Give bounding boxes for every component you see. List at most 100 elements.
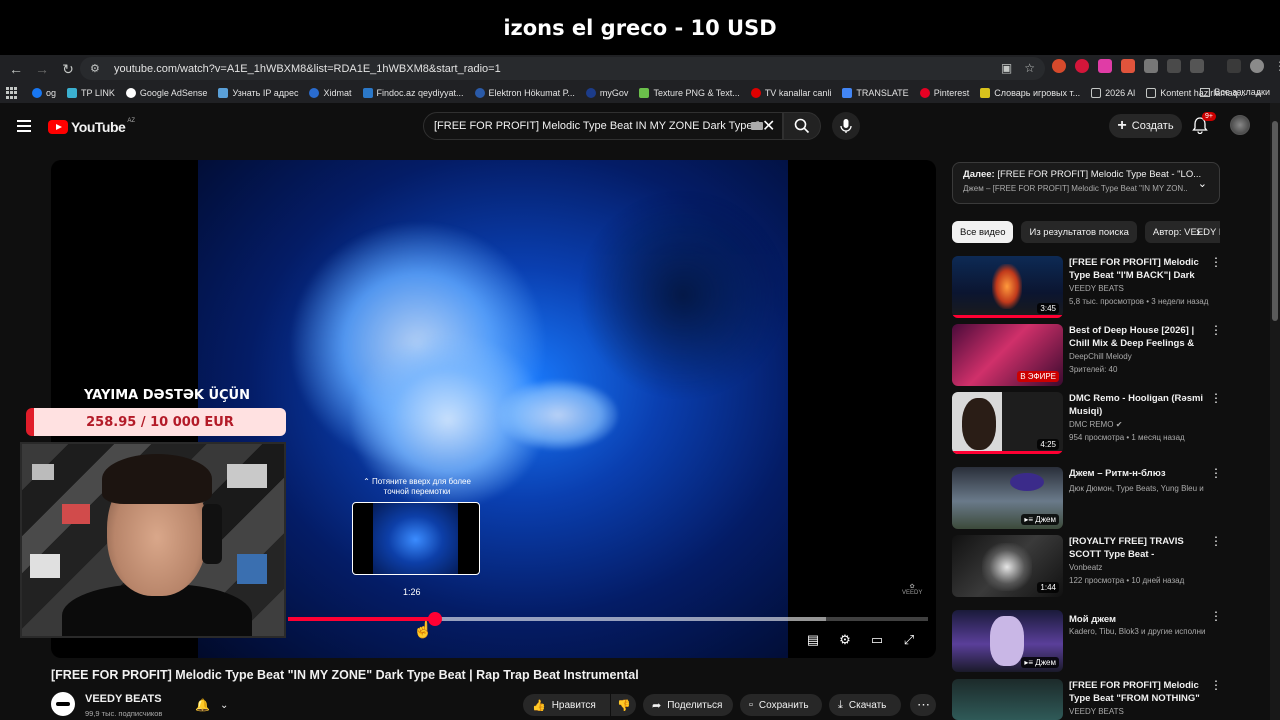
- related-video-channel[interactable]: VEEDY BEATS: [1069, 707, 1205, 716]
- theater-mode-icon[interactable]: ▭: [868, 631, 886, 649]
- bookmark-item[interactable]: Findoc.az qeydiyyat...: [362, 88, 464, 98]
- video-thumbnail[interactable]: ▸≡ Джем: [952, 467, 1063, 529]
- bookmark-item[interactable]: Словарь игровых т...: [980, 88, 1080, 98]
- extensions-puzzle-icon[interactable]: [1190, 59, 1204, 73]
- search-input[interactable]: [FREE FOR PROFIT] Melodic Type Beat IN M…: [423, 112, 783, 140]
- more-vertical-icon[interactable]: ⋮: [1210, 324, 1222, 336]
- bookmark-item[interactable]: Elektron Hökumat P...: [474, 88, 575, 98]
- all-bookmarks-folder[interactable]: Все закладки: [1200, 87, 1270, 97]
- related-video-title[interactable]: [ROYALTY FREE] TRAVIS SCOTT Type Beat - …: [1069, 535, 1205, 561]
- site-info-icon[interactable]: ⚙: [90, 62, 104, 75]
- search-button[interactable]: [783, 112, 821, 140]
- related-video-title[interactable]: [FREE FOR PROFIT] Melodic Type Beat "I'M…: [1069, 256, 1205, 282]
- more-vertical-icon[interactable]: ⋮: [1210, 679, 1222, 691]
- related-video-title[interactable]: [FREE FOR PROFIT] Melodic Type Beat "FRO…: [1069, 679, 1205, 705]
- video-thumbnail[interactable]: 4:25: [952, 392, 1063, 454]
- related-video-channel[interactable]: Vonbeatz: [1069, 563, 1205, 572]
- reading-list-icon[interactable]: [1227, 59, 1241, 73]
- more-vertical-icon[interactable]: ⋮: [1210, 610, 1222, 622]
- youtube-logo[interactable]: YouTube AZ: [48, 118, 135, 135]
- page-scrollbar[interactable]: [1270, 103, 1280, 720]
- extension-icon[interactable]: [1098, 59, 1112, 73]
- chevron-right-icon[interactable]: ›: [1196, 224, 1200, 239]
- chip-author[interactable]: Автор: VEEDY BEATS: [1144, 221, 1220, 243]
- video-thumbnail[interactable]: ▸≡ Джем: [952, 610, 1063, 672]
- related-video-channel[interactable]: Kadero, Tibu, Blok3 и другие исполните..…: [1069, 627, 1205, 636]
- back-arrow-icon[interactable]: ←: [4, 57, 28, 81]
- video-thumbnail[interactable]: В ЭФИРЕ: [952, 324, 1063, 386]
- bookmark-item[interactable]: Узнать IP адрес: [218, 88, 298, 98]
- more-actions-button[interactable]: ⋯: [910, 694, 936, 716]
- channel-watermark[interactable]: ✿ VEEDY: [902, 583, 922, 596]
- progress-bar[interactable]: [288, 612, 928, 626]
- video-thumbnail[interactable]: 1:44: [952, 535, 1063, 597]
- bookmark-folder[interactable]: 2026 Al: [1091, 88, 1135, 98]
- profile-avatar[interactable]: [1250, 59, 1264, 73]
- address-bar[interactable]: ⚙ youtube.com/watch?v=A1E_1hWBXM8&list=R…: [80, 57, 1045, 80]
- related-video-channel[interactable]: DeepChill Melody: [1069, 352, 1205, 361]
- related-video-item[interactable]: 1:44 [ROYALTY FREE] TRAVIS SCOTT Type Be…: [952, 535, 1222, 597]
- menu-dots-icon[interactable]: ⋮: [1273, 59, 1280, 73]
- related-video-item[interactable]: 4:25 DMC Remo - Hooligan (Rəsmi Musiqi) …: [952, 392, 1222, 454]
- related-video-channel[interactable]: VEEDY BEATS: [1069, 284, 1205, 293]
- share-button[interactable]: ➦ Поделиться: [643, 694, 733, 716]
- subscription-bell-button[interactable]: 🔔 ⌄: [185, 694, 237, 716]
- chip-all-videos[interactable]: Все видео: [952, 221, 1014, 243]
- bookmark-item[interactable]: Xidmat: [309, 88, 352, 98]
- extension-icon[interactable]: [1075, 59, 1089, 73]
- extension-icon[interactable]: [1144, 59, 1158, 73]
- voice-search-button[interactable]: [832, 112, 860, 140]
- notifications-button[interactable]: 9+: [1192, 112, 1216, 139]
- bookmark-item[interactable]: TV kanallar canli: [750, 88, 831, 98]
- like-button[interactable]: 👍 Нравится: [523, 694, 610, 716]
- fullscreen-icon[interactable]: ⤢: [900, 631, 918, 649]
- related-video-channel[interactable]: Дюк Дюмон, Type Beats, Yung Bleu и д...: [1069, 484, 1205, 493]
- clear-search-icon[interactable]: ✕: [762, 116, 775, 136]
- bookmark-star-icon[interactable]: ☆: [1024, 61, 1035, 75]
- related-video-channel[interactable]: DMC REMO ✔: [1069, 420, 1205, 429]
- video-thumbnail[interactable]: [952, 679, 1063, 720]
- related-video-title[interactable]: Мой джем: [1069, 613, 1205, 626]
- bookmark-item[interactable]: myGov: [585, 88, 628, 98]
- apps-grid-icon[interactable]: [6, 87, 18, 99]
- more-vertical-icon[interactable]: ⋮: [1210, 256, 1222, 268]
- more-vertical-icon[interactable]: ⋮: [1210, 392, 1222, 404]
- related-mix-item[interactable]: ▸≡ Джем Джем – Ритм-н-блюз Дюк Дюмон, Ty…: [952, 467, 1222, 529]
- bookmark-item[interactable]: TP LINK: [67, 88, 115, 98]
- up-next-panel[interactable]: Далее: [FREE FOR PROFIT] Melodic Type Be…: [952, 162, 1220, 204]
- bookmark-item[interactable]: og: [32, 88, 56, 98]
- bookmark-item[interactable]: Pinterest: [919, 88, 969, 98]
- channel-name[interactable]: VEEDY BEATS: [85, 693, 162, 705]
- related-video-title[interactable]: Джем – Ритм-н-блюз: [1069, 467, 1205, 480]
- more-vertical-icon[interactable]: ⋮: [1210, 467, 1222, 479]
- scrollbar-thumb[interactable]: [1272, 121, 1278, 321]
- forward-arrow-icon[interactable]: →: [30, 57, 54, 81]
- extension-icon[interactable]: [1167, 59, 1181, 73]
- chip-from-search[interactable]: Из результатов поиска: [1021, 221, 1137, 243]
- dislike-button[interactable]: 👎: [611, 694, 636, 716]
- bookmark-item[interactable]: Texture PNG & Text...: [639, 88, 740, 98]
- extension-icon[interactable]: [1052, 59, 1066, 73]
- install-icon[interactable]: ▣: [1001, 61, 1012, 75]
- bookmark-item[interactable]: TRANSLATE: [842, 88, 909, 98]
- bookmark-item[interactable]: Google AdSense: [125, 88, 207, 98]
- video-thumbnail[interactable]: 3:45: [952, 256, 1063, 318]
- related-video-item[interactable]: [FREE FOR PROFIT] Melodic Type Beat "FRO…: [952, 679, 1222, 720]
- extension-icon[interactable]: [1121, 59, 1135, 73]
- related-video-title[interactable]: Best of Deep House [2026] | Chill Mix & …: [1069, 324, 1205, 350]
- related-video-title[interactable]: DMC Remo - Hooligan (Rəsmi Musiqi): [1069, 392, 1205, 418]
- save-button[interactable]: ▫ Сохранить: [740, 694, 822, 716]
- channel-avatar[interactable]: [51, 692, 75, 716]
- related-mix-item[interactable]: ▸≡ Джем Мой джем Kadero, Tibu, Blok3 и д…: [952, 610, 1222, 672]
- create-button[interactable]: + Создать: [1109, 114, 1182, 138]
- related-video-item[interactable]: В ЭФИРЕ Best of Deep House [2026] | Chil…: [952, 324, 1222, 386]
- subtitles-icon[interactable]: ▤: [804, 631, 822, 649]
- account-avatar[interactable]: [1230, 115, 1250, 135]
- related-video-item[interactable]: 3:45 [FREE FOR PROFIT] Melodic Type Beat…: [952, 256, 1222, 318]
- menu-hamburger-icon[interactable]: [17, 120, 31, 135]
- chevron-down-icon[interactable]: ⌄: [1198, 177, 1207, 190]
- download-button[interactable]: ⤓ Скачать: [829, 694, 901, 716]
- settings-gear-icon[interactable]: ⚙: [836, 631, 854, 649]
- more-vertical-icon[interactable]: ⋮: [1210, 535, 1222, 547]
- reload-icon[interactable]: ↻: [56, 57, 80, 81]
